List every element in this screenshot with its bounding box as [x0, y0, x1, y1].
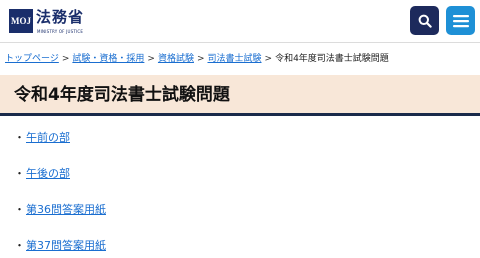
header-divider — [0, 42, 480, 43]
site-header: MOJ 法務省 MINISTRY OF JUSTICE — [0, 0, 480, 44]
search-button[interactable] — [410, 6, 439, 35]
site-logo-subtitle: MINISTRY OF JUSTICE — [37, 29, 84, 34]
list-item: ・午後の部 — [14, 167, 70, 181]
hamburger-menu-icon — [452, 14, 469, 27]
bullet: ・ — [14, 167, 25, 180]
bullet: ・ — [14, 131, 25, 144]
list-item: ・午前の部 — [14, 131, 70, 145]
moj-logo-icon[interactable]: MOJ — [9, 9, 33, 33]
link-answer-sheet-37[interactable]: 第37問答案用紙 — [26, 239, 106, 252]
page-title: 令和4年度司法書士試験問題 — [14, 85, 230, 105]
breadcrumb-separator: > — [147, 54, 155, 64]
breadcrumb: トップページ > 試験・資格・採用 > 資格試験 > 司法書士試験 > 令和4年度司法書士試験問… — [5, 53, 389, 65]
bullet: ・ — [14, 203, 25, 216]
link-afternoon-section[interactable]: 午後の部 — [26, 167, 70, 180]
list-item: ・第37問答案用紙 — [14, 239, 106, 253]
bullet: ・ — [14, 239, 25, 252]
breadcrumb-link-exams[interactable]: 試験・資格・採用 — [72, 54, 144, 64]
logo-mark-text: MOJ — [11, 16, 31, 26]
page-title-box: 令和4年度司法書士試験問題 — [0, 75, 480, 116]
breadcrumb-link-shihoushoshi[interactable]: 司法書士試験 — [208, 54, 262, 64]
breadcrumb-separator: > — [264, 54, 273, 64]
breadcrumb-separator: > — [61, 54, 70, 64]
menu-button[interactable] — [446, 6, 475, 35]
breadcrumb-link-qualification[interactable]: 資格試験 — [158, 54, 194, 64]
link-answer-sheet-36[interactable]: 第36問答案用紙 — [26, 203, 106, 216]
site-logo-title[interactable]: 法務省 — [36, 9, 84, 26]
list-item: ・第36問答案用紙 — [14, 203, 106, 217]
breadcrumb-separator: > — [196, 54, 205, 64]
breadcrumb-current: 令和4年度司法書士試験問題 — [275, 54, 389, 64]
breadcrumb-link-top[interactable]: トップページ — [5, 54, 59, 64]
link-morning-section[interactable]: 午前の部 — [26, 131, 70, 144]
search-icon — [418, 14, 432, 28]
